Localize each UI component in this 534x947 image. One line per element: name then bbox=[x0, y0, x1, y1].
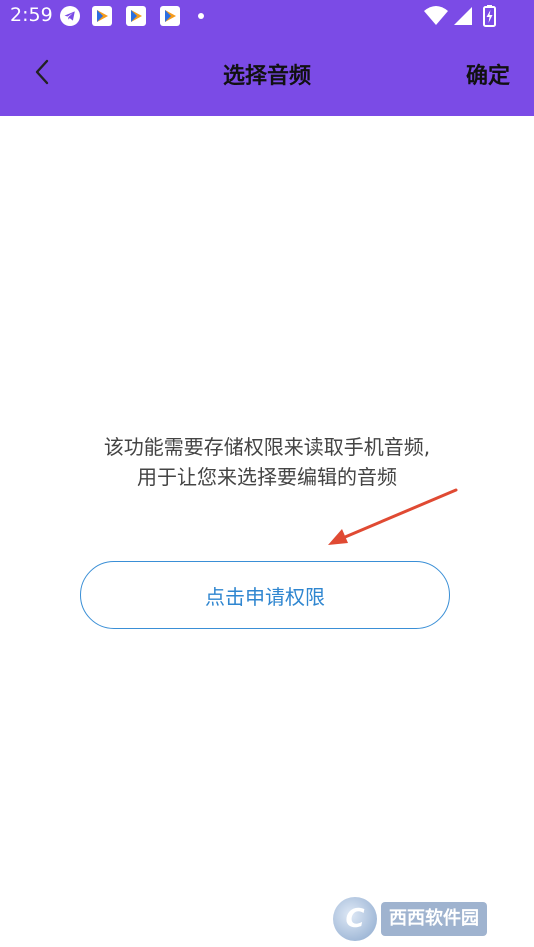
app-bar: 选择音频 确定 bbox=[0, 32, 534, 116]
watermark-text: 西西软件园 bbox=[381, 902, 487, 936]
signal-icon bbox=[454, 7, 472, 25]
request-permission-button[interactable]: 点击申请权限 bbox=[80, 561, 450, 629]
app-notification-icon bbox=[160, 6, 180, 26]
app-notification-icon bbox=[92, 6, 112, 26]
telegram-icon bbox=[60, 6, 80, 26]
watermark-logo: C bbox=[333, 897, 377, 941]
permission-message: 该功能需要存储权限来读取手机音频, 用于让您来选择要编辑的音频 bbox=[0, 432, 534, 492]
dot-icon bbox=[198, 13, 204, 19]
confirm-button[interactable]: 确定 bbox=[466, 58, 510, 90]
battery-charging-icon bbox=[483, 5, 496, 27]
watermark: C 西西软件园 bbox=[333, 897, 519, 941]
wifi-icon bbox=[424, 6, 448, 25]
page-title: 选择音频 bbox=[222, 64, 311, 89]
arrow-annotation-icon bbox=[318, 485, 464, 555]
app-notification-icon bbox=[126, 6, 146, 26]
status-time: 2:59 bbox=[10, 4, 53, 26]
status-right-icons bbox=[424, 5, 498, 31]
status-bar: 2:59 bbox=[0, 0, 534, 32]
permission-message-line1: 该功能需要存储权限来读取手机音频, bbox=[103, 435, 431, 459]
